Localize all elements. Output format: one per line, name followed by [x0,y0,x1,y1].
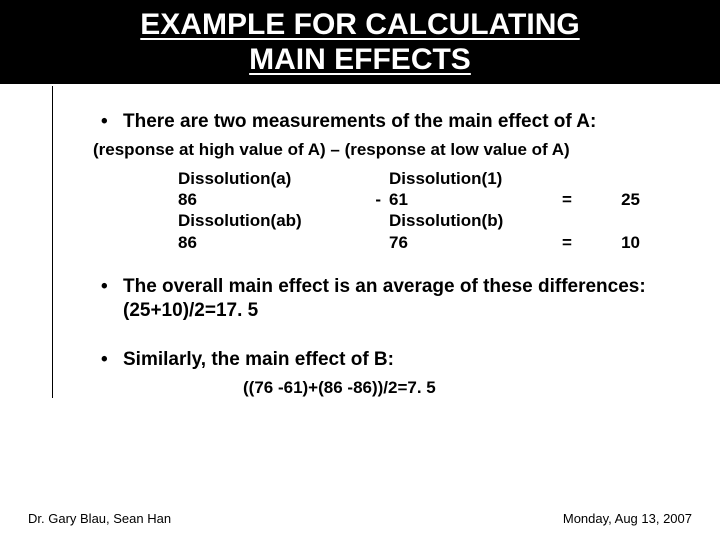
bullet-2: The overall main effect is an average of… [123,275,680,323]
cell-result: 10 [590,232,648,253]
cell-right-val: 61 [389,189,562,210]
table-row: Dissolution(a) Dissolution(1) [178,168,648,189]
slide-title: EXAMPLE FOR CALCULATING MAIN EFFECTS [8,8,712,77]
calc-table: Dissolution(a) Dissolution(1) 86 - 61 = … [178,168,648,253]
bullet-3-calc: ((76 -61)+(86 -86))/2=7. 5 [243,378,680,398]
cell-op [361,168,389,189]
cell-result [590,168,648,189]
bullet-3: Similarly, the main effect of B: [123,348,680,372]
cell-right-val: 76 [389,232,562,253]
cell-eq: = [562,189,590,210]
bullet-2-text: The overall main effect is an average of… [123,276,646,297]
cell-result [590,210,648,231]
cell-left-val: 86 [178,232,361,253]
table-row: 86 76 = 10 [178,232,648,253]
cell-right-label: Dissolution(b) [389,210,562,231]
formula-header: (response at high value of A) – (respons… [93,140,680,160]
bullet-2-calc: (25+10)/2=17. 5 [123,300,258,321]
cell-left-val: 86 [178,189,361,210]
title-line-2: MAIN EFFECTS [249,43,471,76]
slide-body: There are two measurements of the main e… [52,86,720,398]
cell-eq [562,210,590,231]
cell-right-label: Dissolution(1) [389,168,562,189]
cell-left-label: Dissolution(ab) [178,210,361,231]
slide-title-block: EXAMPLE FOR CALCULATING MAIN EFFECTS [0,0,720,84]
table-row: Dissolution(ab) Dissolution(b) [178,210,648,231]
cell-eq: = [562,232,590,253]
cell-op [361,210,389,231]
footer-authors: Dr. Gary Blau, Sean Han [28,511,171,526]
bullet-1: There are two measurements of the main e… [123,110,680,134]
title-line-1: EXAMPLE FOR CALCULATING [140,8,579,41]
cell-op [361,232,389,253]
cell-eq [562,168,590,189]
cell-left-label: Dissolution(a) [178,168,361,189]
footer-date: Monday, Aug 13, 2007 [563,511,692,526]
cell-op: - [361,189,389,210]
cell-result: 25 [590,189,648,210]
table-row: 86 - 61 = 25 [178,189,648,210]
